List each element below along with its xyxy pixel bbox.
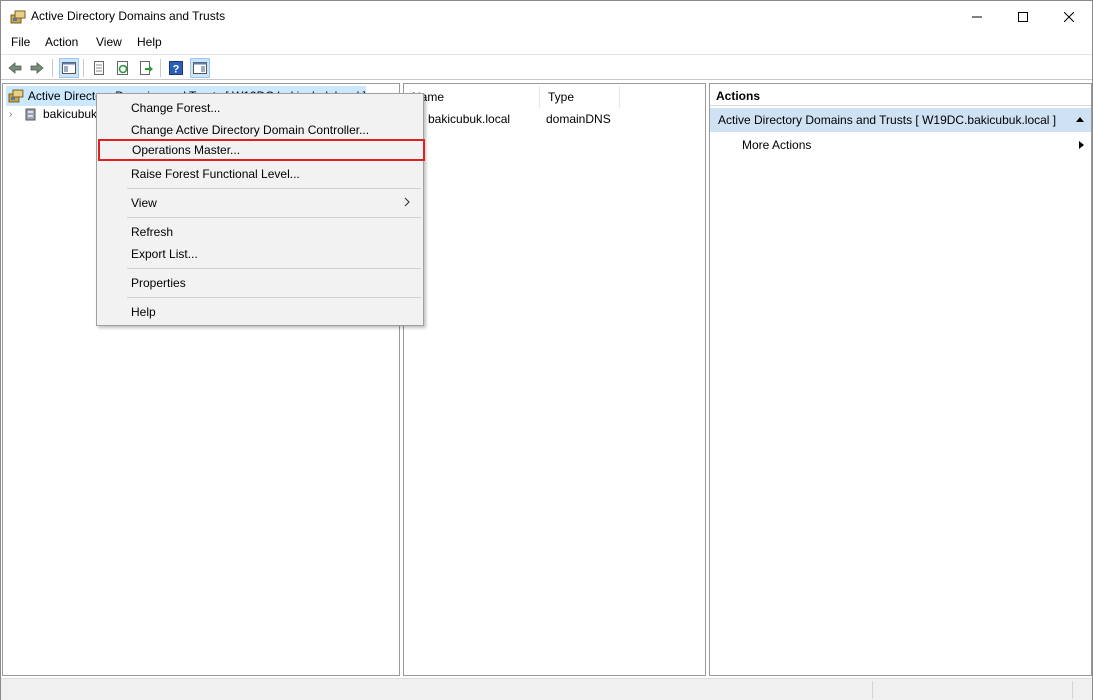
title-bar: Active Directory Domains and Trusts: [1, 1, 1092, 32]
minimize-button[interactable]: [954, 1, 1000, 32]
menu-help[interactable]: Help: [137, 35, 162, 49]
refresh-icon: [117, 61, 128, 75]
back-button[interactable]: [5, 58, 25, 78]
ctx-change-forest[interactable]: Change Forest...: [99, 97, 421, 119]
column-header-type[interactable]: Type: [540, 86, 620, 108]
list-item-type: domainDNS: [546, 112, 611, 126]
ctx-change-domain-controller[interactable]: Change Active Directory Domain Controlle…: [99, 119, 421, 141]
ctx-view[interactable]: View: [99, 192, 421, 214]
show-hide-action-pane-icon: [193, 62, 207, 74]
results-pane: Name Type bakicubuk.local domainDNS: [403, 83, 706, 676]
chevron-right-icon: [404, 197, 410, 207]
ctx-operations-master[interactable]: Operations Master...: [98, 139, 425, 161]
close-icon: [1064, 11, 1074, 22]
chevron-right-icon[interactable]: ›: [9, 109, 19, 120]
back-arrow-icon: [8, 62, 22, 74]
actions-pane: Actions Active Directory Domains and Tru…: [709, 83, 1092, 676]
menu-file[interactable]: File: [11, 35, 30, 49]
forward-arrow-icon: [30, 62, 44, 74]
actions-section-header[interactable]: Active Directory Domains and Trusts [ W1…: [710, 108, 1091, 132]
help-button[interactable]: ?: [166, 58, 186, 78]
show-hide-console-tree-icon: [62, 62, 76, 74]
ctx-help[interactable]: Help: [99, 301, 421, 323]
ad-domains-trusts-icon: [8, 89, 24, 103]
ctx-view-label: View: [131, 196, 157, 210]
status-bar: [1, 678, 1092, 700]
toolbar: ?: [1, 54, 1092, 80]
more-actions-label: More Actions: [742, 138, 812, 152]
collapse-up-icon[interactable]: [1075, 115, 1085, 123]
export-list-button[interactable]: [136, 58, 156, 78]
ctx-raise-forest-level[interactable]: Raise Forest Functional Level...: [99, 163, 421, 185]
ctx-refresh[interactable]: Refresh: [99, 221, 421, 243]
list-item[interactable]: bakicubuk.local domainDNS: [404, 110, 705, 128]
window-title: Active Directory Domains and Trusts: [31, 9, 226, 23]
menu-view[interactable]: View: [96, 35, 122, 49]
menu-action[interactable]: Action: [45, 35, 78, 49]
export-list-icon: [140, 61, 153, 75]
ctx-properties[interactable]: Properties: [99, 272, 421, 294]
maximize-icon: [1018, 11, 1028, 22]
menu-bar: File Action View Help: [1, 32, 1092, 53]
properties-button[interactable]: [89, 58, 109, 78]
properties-icon: [94, 61, 104, 75]
show-hide-console-tree-button[interactable]: [59, 58, 79, 78]
column-header-name[interactable]: Name: [404, 86, 540, 108]
domain-icon: [25, 108, 36, 121]
actions-header: Actions: [710, 86, 1091, 106]
more-actions-item[interactable]: More Actions: [710, 134, 1091, 156]
maximize-button[interactable]: [1000, 1, 1046, 32]
help-icon: ?: [169, 61, 183, 76]
list-item-name: bakicubuk.local: [428, 112, 511, 126]
submenu-arrow-icon: [1079, 141, 1084, 149]
minimize-icon: [972, 16, 982, 17]
refresh-button[interactable]: [113, 58, 133, 78]
actions-section-label: Active Directory Domains and Trusts [ W1…: [718, 113, 1057, 127]
show-hide-action-pane-button[interactable]: [190, 58, 210, 78]
forward-button[interactable]: [27, 58, 47, 78]
svg-text:?: ?: [173, 64, 180, 76]
close-button[interactable]: [1046, 1, 1092, 32]
ad-domains-trusts-app-icon: [10, 9, 26, 25]
mmc-window: Active Directory Domains and Trusts File…: [0, 0, 1093, 700]
ctx-export-list[interactable]: Export List...: [99, 243, 421, 265]
context-menu: Change Forest... Change Active Directory…: [96, 93, 425, 326]
